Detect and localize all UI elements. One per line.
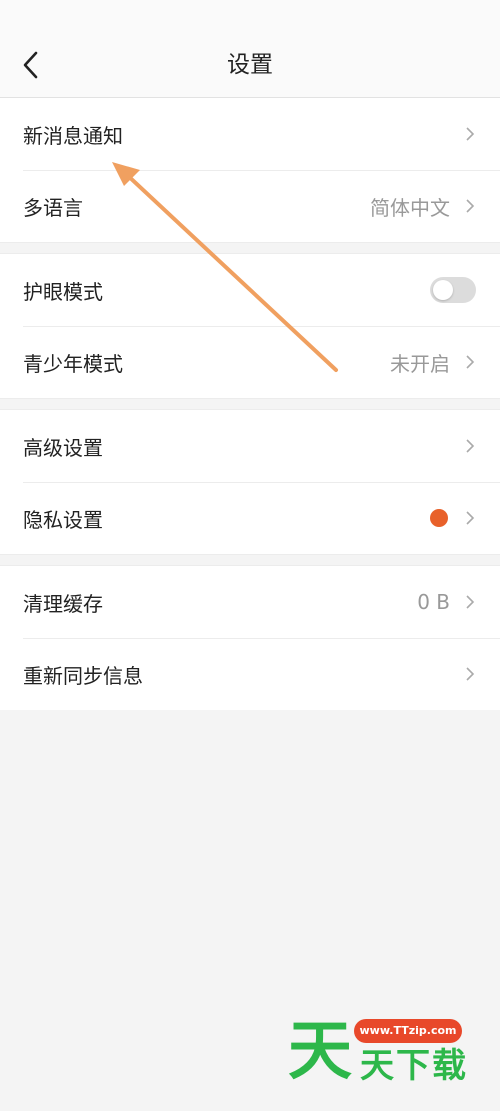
row-label: 新消息通知	[23, 123, 123, 148]
page-title: 设置	[227, 52, 273, 78]
chevron-right-icon	[466, 355, 475, 369]
row-clear-cache[interactable]: 清理缓存 0 B	[0, 566, 500, 638]
section-divider	[0, 554, 500, 566]
row-eye-protection-mode: 护眼模式	[0, 254, 500, 326]
settings-group-4: 清理缓存 0 B 重新同步信息	[0, 566, 500, 710]
watermark-logo: 天 www.TTzip.com 天下载	[288, 1017, 478, 1087]
section-divider	[0, 242, 500, 254]
row-value-language: 简体中文	[370, 195, 450, 220]
row-label: 多语言	[23, 195, 83, 220]
watermark-text: 天下载	[360, 1046, 468, 1086]
chevron-right-icon	[466, 595, 475, 609]
row-language[interactable]: 多语言 简体中文	[0, 170, 500, 242]
header: 设置	[0, 32, 500, 98]
eye-protection-toggle[interactable]	[430, 277, 476, 303]
chevron-right-icon	[466, 667, 475, 681]
settings-group-3: 高级设置 隐私设置	[0, 410, 500, 554]
row-label: 护眼模式	[23, 279, 103, 304]
row-youth-mode[interactable]: 青少年模式 未开启	[0, 326, 500, 398]
chevron-right-icon	[466, 511, 475, 525]
row-label: 重新同步信息	[23, 663, 143, 688]
row-new-message-notification[interactable]: 新消息通知	[0, 98, 500, 170]
status-bar-area	[0, 0, 500, 32]
row-value-cache-size: 0 B	[417, 590, 450, 614]
settings-group-2: 护眼模式 青少年模式 未开启	[0, 254, 500, 398]
chevron-right-icon	[466, 127, 475, 141]
notification-dot	[430, 509, 448, 527]
section-divider	[0, 398, 500, 410]
watermark-url-badge: www.TTzip.com	[354, 1019, 462, 1043]
row-label: 青少年模式	[23, 351, 123, 376]
toggle-knob	[433, 280, 453, 300]
row-resync-info[interactable]: 重新同步信息	[0, 638, 500, 710]
row-label: 高级设置	[23, 435, 103, 460]
settings-group-1: 新消息通知 多语言 简体中文	[0, 98, 500, 242]
row-label: 隐私设置	[23, 507, 103, 532]
chevron-right-icon	[466, 439, 475, 453]
row-privacy-settings[interactable]: 隐私设置	[0, 482, 500, 554]
watermark-big-char: 天	[288, 1015, 352, 1089]
row-value-youth-mode: 未开启	[390, 351, 450, 376]
row-label: 清理缓存	[23, 591, 103, 616]
chevron-right-icon	[466, 199, 475, 213]
row-advanced-settings[interactable]: 高级设置	[0, 410, 500, 482]
